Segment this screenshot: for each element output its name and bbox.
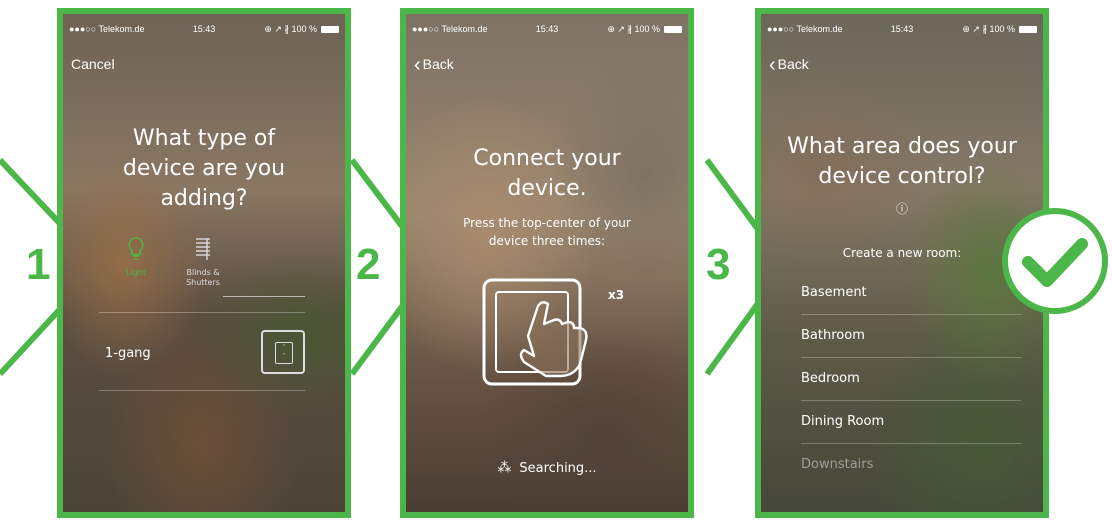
status-bar: ●●●○○ Telekom.de 15:43 ⊕ ↗ ∦ 100 % — [63, 24, 345, 38]
list-item[interactable]: Dining Room — [801, 401, 1021, 444]
searching-indicator: ⁂ Searching... — [406, 460, 688, 476]
device-type-blinds-label: Blinds & Shutters — [186, 268, 220, 287]
step-number-1: 1 — [26, 240, 51, 289]
battery-icon — [321, 26, 339, 33]
battery-icon — [664, 26, 682, 33]
battery-label: 100 % — [634, 24, 660, 34]
back-label: Back — [422, 56, 454, 72]
device-type-light-label: Light — [126, 268, 146, 277]
instruction-text: Press the top-center of your device thre… — [463, 216, 631, 248]
status-icons: ⊕ ↗ ∦ — [264, 24, 289, 34]
status-bar: ●●●○○ Telekom.de 15:43 ⊕ ↗ ∦ 100 % — [406, 24, 688, 38]
list-item[interactable]: Bedroom — [801, 358, 1021, 401]
battery-label: 100 % — [291, 24, 317, 34]
status-bar: ●●●○○ Telekom.de 15:43 ⊕ ↗ ∦ 100 % — [761, 24, 1043, 38]
page-title: What area does your device control? — [787, 134, 1017, 189]
back-label: Back — [777, 56, 809, 72]
blinds-icon — [196, 238, 210, 260]
device-type-light[interactable]: Light — [111, 236, 161, 277]
back-button[interactable]: ‹ Back — [769, 55, 809, 75]
step-number-3: 3 — [706, 240, 731, 289]
switch-icon: ˄ ˅ — [261, 330, 305, 374]
page-title: Connect your device. — [473, 146, 621, 201]
device-type-blinds[interactable]: Blinds & Shutters — [173, 236, 233, 288]
step-number-2: 2 — [356, 240, 381, 289]
back-button[interactable]: ‹ Back — [414, 55, 454, 75]
screen-device-type: ●●●○○ Telekom.de 15:43 ⊕ ↗ ∦ 100 % Cance… — [57, 8, 351, 518]
list-item[interactable]: Downstairs — [801, 444, 1021, 486]
list-item[interactable]: Basement — [801, 272, 1021, 315]
battery-label: 100 % — [989, 24, 1015, 34]
checkmark-icon — [1002, 208, 1108, 314]
times-label: x3 — [608, 288, 625, 302]
screen-connect-device: ●●●○○ Telekom.de 15:43 ⊕ ↗ ∦ 100 % ‹ Back… — [400, 8, 694, 518]
status-icons: ⊕ ↗ ∦ — [962, 24, 987, 34]
searching-label: Searching... — [519, 461, 597, 476]
lightbulb-icon — [128, 237, 144, 260]
spinner-icon: ⁂ — [497, 460, 512, 476]
gang-label: 1-gang — [105, 346, 151, 361]
cancel-button[interactable]: Cancel — [71, 56, 115, 72]
battery-icon — [1019, 26, 1037, 33]
page-title: What type of device are you adding? — [122, 126, 286, 211]
status-icons: ⊕ ↗ ∦ — [607, 24, 632, 34]
gang-option-row[interactable]: 1-gang ˄ ˅ — [99, 320, 305, 391]
divider — [99, 312, 305, 313]
type-divider — [223, 296, 305, 297]
list-item[interactable]: Bathroom — [801, 315, 1021, 358]
chevron-left-icon: ‹ — [414, 54, 421, 76]
chevron-left-icon: ‹ — [769, 54, 776, 76]
